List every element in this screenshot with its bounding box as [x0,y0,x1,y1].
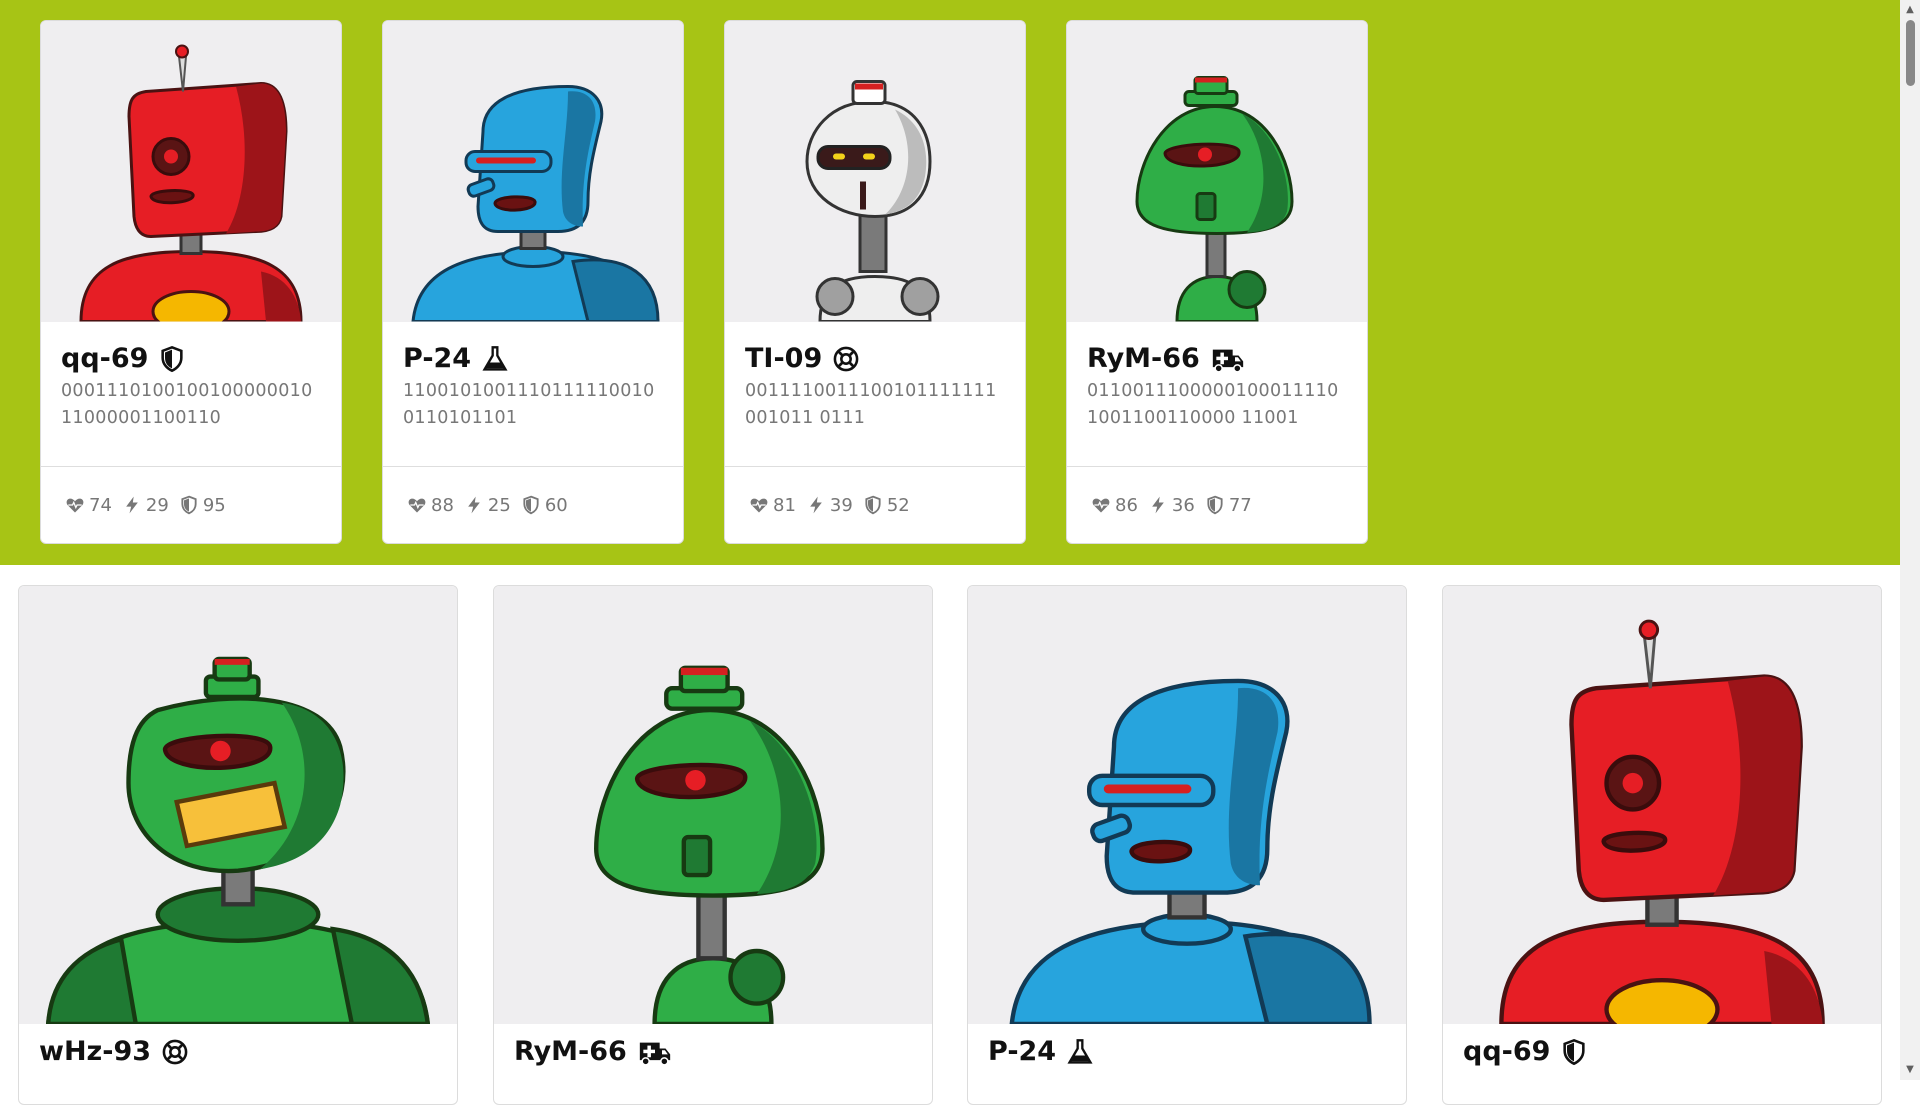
robot-image [19,586,457,1024]
heart-icon [407,495,427,515]
bolt-icon [122,495,142,515]
robot-name: RyM-66 [514,1036,627,1067]
robot-code: 000111010010010000001011000001100110 [61,381,313,428]
robot-card[interactable]: RyM-66 011001110000010001111010011001100… [1066,20,1368,544]
robot-name: qq-69 [1463,1036,1551,1067]
robot-image [41,21,341,322]
bolt-icon [806,495,826,515]
shield-stat-icon [863,495,883,515]
robot-card[interactable]: P-24 11001010011101111100100110101101 88… [382,20,684,544]
heart-icon [1091,495,1111,515]
robot-image [968,586,1406,1024]
robot-card[interactable]: RyM-66 [493,585,933,1105]
robot-image [1443,586,1881,1024]
robot-code: 01100111000001000111101001100110000 1100… [1087,381,1339,428]
robot-image [383,21,683,322]
shield-stat-icon [179,495,199,515]
shield-icon [1560,1038,1588,1066]
health-value: 88 [431,494,454,516]
robot-image [1067,21,1367,322]
energy-value: 39 [829,494,853,516]
bolt-icon [1148,495,1168,515]
robot-stats: 86 36 77 [1067,466,1367,543]
scroll-up-arrow-icon[interactable]: ▲ [1900,2,1920,18]
robot-card[interactable]: wHz-93 [18,585,458,1105]
energy-value: 29 [145,494,169,516]
defense-value: 52 [886,494,910,516]
scientist-icon [1066,1038,1094,1066]
robot-card[interactable]: P-24 [967,585,1407,1105]
robot-image [494,586,932,1024]
robot-card[interactable]: qq-69 0001110100100100000010110000011001… [40,20,342,544]
robot-image [725,21,1025,322]
defense-value: 60 [544,494,568,516]
health-value: 74 [89,494,112,516]
ambulance-icon [637,1038,673,1066]
robot-card[interactable]: qq-69 [1442,585,1882,1105]
lifebuoy-icon [832,345,860,373]
energy-value: 25 [487,494,511,516]
robot-name: TI-09 [745,343,823,374]
scientist-icon [481,345,509,373]
health-value: 81 [773,494,796,516]
robot-stats: 88 25 60 [383,466,683,543]
heart-icon [65,495,85,515]
robot-name: P-24 [988,1036,1057,1067]
energy-value: 36 [1171,494,1195,516]
robot-name: wHz-93 [39,1036,152,1067]
robot-stats: 81 39 52 [725,466,1025,543]
robot-name: RyM-66 [1087,343,1200,374]
shield-icon [158,345,186,373]
shield-stat-icon [521,495,541,515]
ambulance-icon [1210,345,1246,373]
defense-value: 77 [1228,494,1252,516]
robot-code: 11001010011101111100100110101101 [403,381,655,428]
vertical-scrollbar[interactable]: ▲ ▼ [1900,0,1920,1080]
health-value: 86 [1115,494,1138,516]
robot-name: P-24 [403,343,472,374]
defense-value: 95 [202,494,226,516]
bolt-icon [464,495,484,515]
heart-icon [749,495,769,515]
robot-stats: 74 29 95 [41,466,341,543]
scroll-down-arrow-icon[interactable]: ▼ [1900,1062,1920,1078]
robot-name: qq-69 [61,343,149,374]
robot-card[interactable]: TI-09 0011110011100101111111001011 0111 … [724,20,1026,544]
lifebuoy-icon [161,1038,189,1066]
shield-stat-icon [1205,495,1225,515]
robot-code: 0011110011100101111111001011 0111 [745,381,997,428]
scroll-thumb[interactable] [1906,20,1915,86]
